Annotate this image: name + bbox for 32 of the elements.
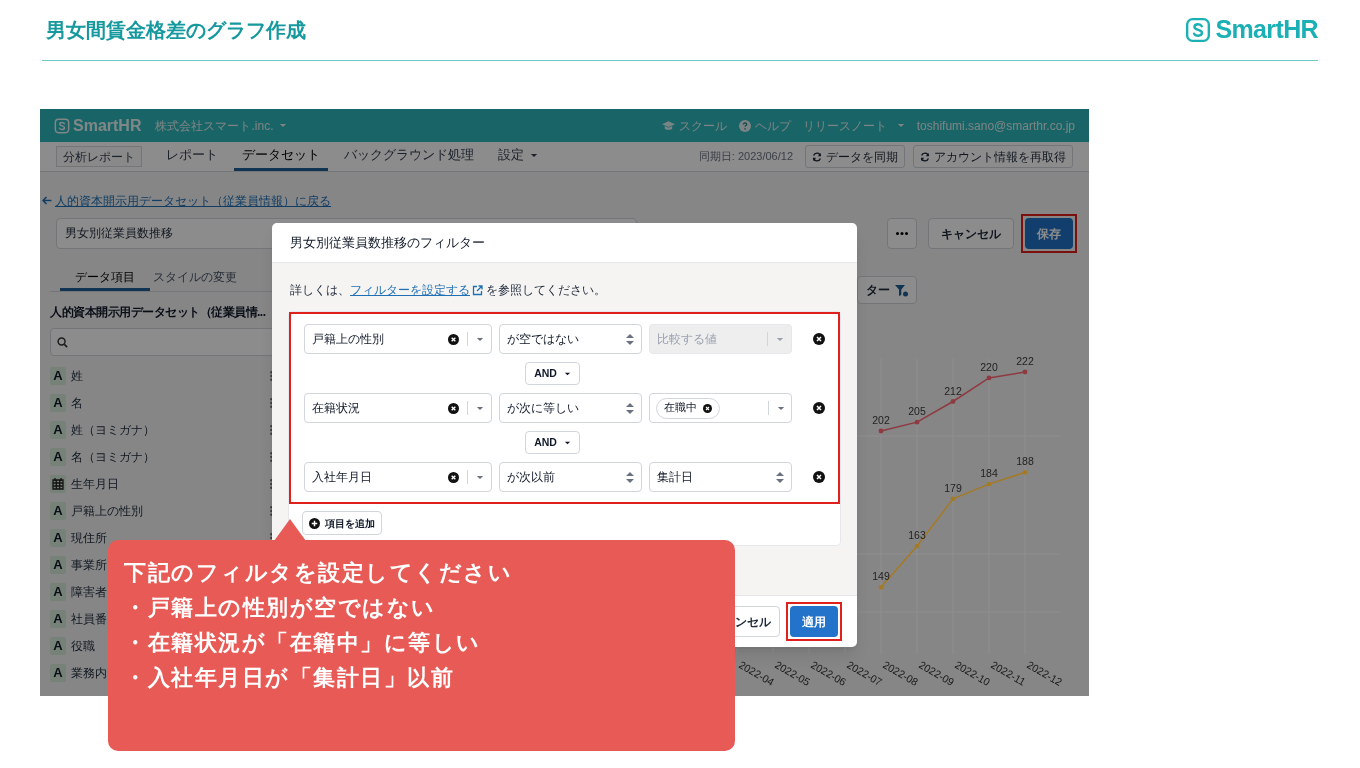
text-type-badge: A	[50, 447, 66, 466]
logo-text: SmartHR	[1215, 14, 1318, 46]
app-logo-text: SmartHR	[73, 115, 142, 136]
dialog-title: 男女別従業員数推移のフィルター	[290, 233, 485, 252]
sync-date: 同期日: 2023/06/12	[698, 149, 793, 165]
data-label: 179	[944, 481, 962, 494]
data-label: 163	[908, 529, 926, 542]
text-type-badge: A	[50, 609, 66, 628]
data-label: 184	[980, 467, 998, 480]
data-label: 205	[908, 405, 926, 418]
callout-text: ・在籍状況が「在籍中」に等しい	[124, 629, 482, 657]
data-label: 222	[1016, 355, 1034, 367]
sidebar-heading: 人的資本開示用データセット（従業員情...	[50, 304, 267, 321]
text-type-badge: A	[50, 555, 66, 574]
slide-title: 男女間賃金格差のグラフ作成	[46, 18, 306, 43]
text-type-badge: A	[50, 501, 66, 520]
text-type-badge: A	[50, 663, 66, 682]
text-type-badge: A	[50, 420, 66, 439]
data-label: 220	[980, 360, 998, 373]
text-type-badge: A	[50, 636, 66, 655]
callout-text: 下記のフィルタを設定してください	[124, 559, 513, 587]
text-type-badge: A	[50, 582, 66, 601]
help-text: 詳しくは、フィルターを設定する を参照してください。	[290, 282, 841, 300]
text-type-badge: A	[50, 366, 66, 385]
data-label: 149	[872, 570, 890, 583]
data-label: 202	[872, 414, 890, 426]
data-label: 212	[944, 384, 962, 397]
callout-text: ・入社年月日が「集計日」以前	[124, 664, 455, 692]
text-type-badge: A	[50, 393, 66, 412]
text-type-badge: A	[50, 528, 66, 547]
callout-text: ・戸籍上の性別が空ではない	[124, 594, 437, 622]
data-label: 188	[1016, 455, 1034, 468]
